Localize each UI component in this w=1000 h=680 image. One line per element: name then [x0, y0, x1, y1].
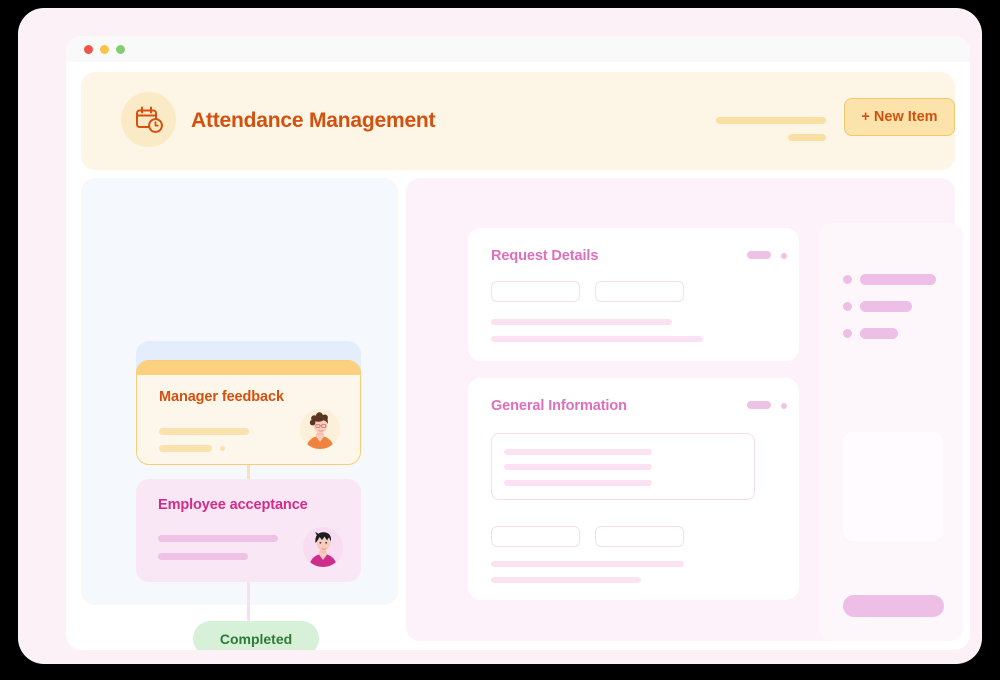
request-placeholder-line: [491, 336, 703, 342]
textarea-placeholder-line: [504, 464, 652, 470]
panel-general-information: General Information: [468, 378, 799, 600]
avatar-person-curly-orange: [300, 409, 340, 449]
step-placeholder-line: [158, 553, 248, 560]
side-preview-card: [843, 432, 943, 541]
side-action-button[interactable]: [843, 595, 944, 617]
page-title: Attendance Management: [191, 109, 436, 132]
panel-title: Request Details: [491, 248, 599, 264]
outer-frame: Attendance Management + New Item Self an…: [18, 8, 982, 664]
panel-menu-dot[interactable]: [781, 403, 787, 409]
header-placeholder-line-long: [716, 117, 826, 124]
general-field-2[interactable]: [595, 526, 684, 547]
workflow-step-employee-acceptance[interactable]: Employee acceptance: [136, 479, 361, 582]
request-placeholder-line: [491, 319, 672, 325]
window-titlebar: [66, 36, 970, 62]
panel-title: General Information: [491, 398, 627, 414]
header-placeholder-line-short: [788, 134, 826, 141]
workflow-step-manager-feedback[interactable]: Manager feedback: [136, 360, 361, 465]
workflow-step-title: Employee acceptance: [158, 497, 308, 513]
panel-menu-dot[interactable]: [781, 253, 787, 259]
workflow-connector-3: [247, 580, 250, 621]
step-active-topbar: [137, 361, 360, 375]
avatar-person-black-hair-magenta: [303, 527, 343, 567]
general-placeholder-line: [491, 577, 641, 583]
side-list-panel: [819, 223, 963, 641]
step-status-dot: [220, 446, 225, 451]
window-maximize-icon[interactable]: [116, 45, 125, 54]
textarea-placeholder-line: [504, 449, 652, 455]
side-list-item[interactable]: [860, 328, 898, 339]
general-placeholder-line: [491, 561, 684, 567]
calendar-clock-icon: [121, 92, 176, 147]
panel-menu-pill[interactable]: [747, 251, 771, 259]
window-close-icon[interactable]: [84, 45, 93, 54]
request-field-2[interactable]: [595, 281, 684, 302]
step-placeholder-line: [159, 428, 249, 435]
textarea-placeholder-line: [504, 480, 652, 486]
request-field-1[interactable]: [491, 281, 580, 302]
side-list-bullet-icon: [843, 329, 852, 338]
window-minimize-icon[interactable]: [100, 45, 109, 54]
step-placeholder-line: [158, 535, 278, 542]
side-list-item[interactable]: [860, 301, 912, 312]
workflow-step-title: Manager feedback: [159, 389, 284, 405]
side-list-item[interactable]: [860, 274, 936, 285]
detail-panel: Request Details General Information: [406, 178, 963, 641]
step-placeholder-line: [159, 445, 212, 452]
general-field-1[interactable]: [491, 526, 580, 547]
add-new-item-button[interactable]: + New Item: [844, 98, 955, 136]
panel-request-details: Request Details: [468, 228, 799, 361]
status-badge: Completed: [193, 621, 319, 650]
app-window: Attendance Management + New Item Self an…: [66, 36, 970, 650]
workflow-panel: Self analysis: [81, 178, 398, 650]
side-list-bullet-icon: [843, 302, 852, 311]
panel-menu-pill[interactable]: [747, 401, 771, 409]
page-header: Attendance Management + New Item: [81, 72, 955, 170]
side-list-bullet-icon: [843, 275, 852, 284]
